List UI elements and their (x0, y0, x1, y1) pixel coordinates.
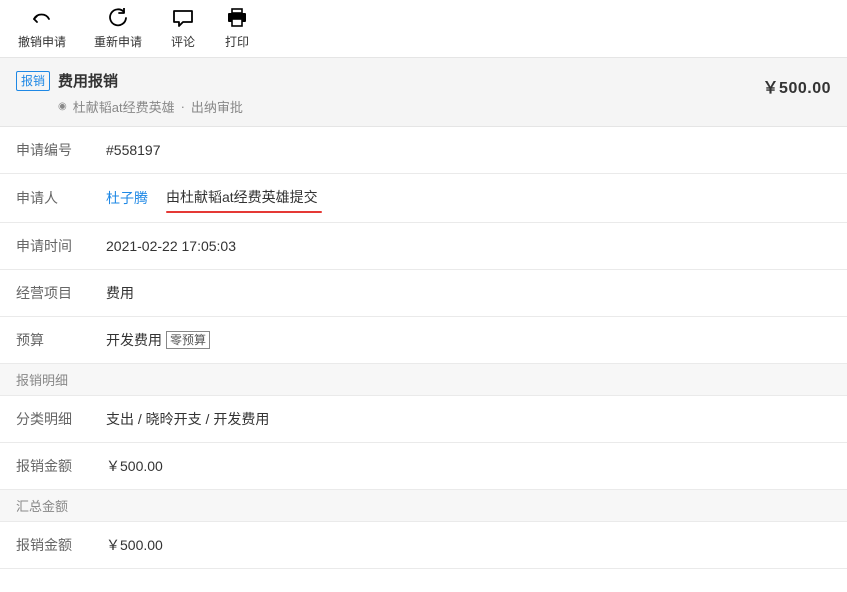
field-label: 预算 (16, 330, 86, 350)
refresh-icon (105, 8, 131, 31)
field-label: 经营项目 (16, 283, 86, 303)
field-value: ￥500.00 (106, 535, 163, 555)
submitter-name: 杜献韬at经费英雄 (73, 97, 175, 116)
toolbar-label: 评论 (171, 33, 195, 50)
applicant-note: 由杜献韬at经费英雄提交 (166, 187, 318, 209)
field-label: 分类明细 (16, 409, 86, 429)
applicant-link[interactable]: 杜子腾 (106, 188, 148, 208)
field-value: 支出 / 晓昤开支 / 开发费用 (106, 409, 269, 429)
resubmit-button[interactable]: 重新申请 (94, 8, 142, 50)
comment-button[interactable]: 评论 (170, 8, 196, 50)
page-title: 费用报销 (58, 70, 118, 91)
bullet-icon: ◉ (58, 101, 67, 112)
field-value: 2021-02-22 17:05:03 (106, 238, 236, 254)
header-amount: ￥500.00 (763, 74, 831, 98)
comment-icon (170, 8, 196, 31)
undo-curve-icon (29, 8, 55, 31)
budget-value: 开发费用 (106, 330, 162, 350)
toolbar: 撤销申请 重新申请 评论 打印 (0, 0, 847, 57)
section-summary-title: 汇总金额 (0, 490, 847, 522)
row-project: 经营项目 费用 (0, 270, 847, 317)
field-label: 申请人 (16, 188, 86, 208)
row-summary-amount: 报销金额 ￥500.00 (0, 522, 847, 569)
budget-chip: 零预算 (166, 331, 210, 349)
row-category: 分类明细 支出 / 晓昤开支 / 开发费用 (0, 396, 847, 443)
print-button[interactable]: 打印 (224, 8, 250, 50)
withdraw-button[interactable]: 撤销申请 (18, 8, 66, 50)
field-value: ￥500.00 (106, 456, 163, 476)
toolbar-label: 打印 (225, 33, 249, 50)
section-detail-title: 报销明细 (0, 364, 847, 396)
field-value: #558197 (106, 142, 161, 158)
row-applicant: 申请人 杜子腾 由杜献韬at经费英雄提交 (0, 174, 847, 223)
print-icon (224, 8, 250, 31)
row-request-no: 申请编号 #558197 (0, 127, 847, 174)
field-value: 费用 (106, 283, 134, 303)
separator: · (181, 99, 185, 114)
field-label: 报销金额 (16, 456, 86, 476)
toolbar-label: 撤销申请 (18, 33, 66, 50)
type-tag: 报销 (16, 71, 50, 91)
field-label: 申请编号 (16, 140, 86, 160)
row-detail-amount: 报销金额 ￥500.00 (0, 443, 847, 490)
header-bar: 报销 费用报销 ◉ 杜献韬at经费英雄 · 出纳审批 ￥500.00 (0, 57, 847, 127)
field-label: 报销金额 (16, 535, 86, 555)
field-label: 申请时间 (16, 236, 86, 256)
status-text: 出纳审批 (191, 97, 243, 116)
row-budget: 预算 开发费用 零预算 (0, 317, 847, 364)
toolbar-label: 重新申请 (94, 33, 142, 50)
row-time: 申请时间 2021-02-22 17:05:03 (0, 223, 847, 270)
